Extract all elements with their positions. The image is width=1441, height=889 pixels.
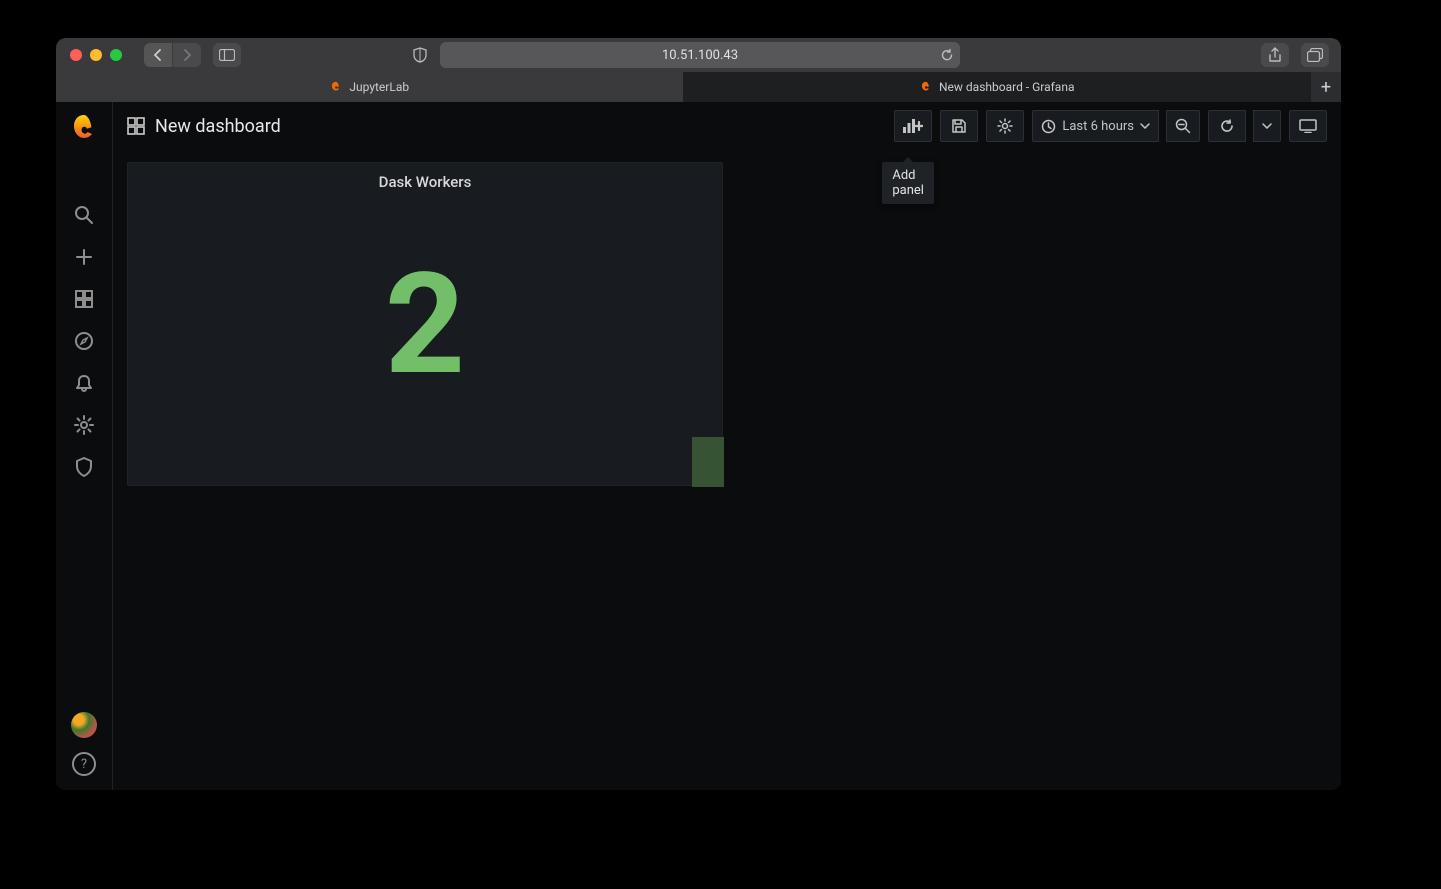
url-bar[interactable]: 10.51.100.43	[440, 42, 960, 68]
chevron-down-icon	[1262, 123, 1272, 129]
browser-tab-jupyterlab[interactable]: JupyterLab	[56, 72, 684, 102]
safari-titlebar: 10.51.100.43	[56, 38, 1341, 72]
tab-overview-icon	[1307, 48, 1323, 62]
new-tab-button[interactable]: +	[1311, 72, 1341, 102]
grafana-main: New dashboard Add panel	[112, 102, 1341, 790]
browser-tab-strip: JupyterLab New dashboard - Grafana +	[56, 72, 1341, 102]
forward-button[interactable]	[173, 43, 201, 67]
panel-title: Dask Workers	[128, 163, 722, 195]
time-range-label: Last 6 hours	[1062, 119, 1134, 134]
panel-body: 2	[128, 195, 722, 455]
url-text: 10.51.100.43	[662, 48, 738, 63]
explore-icon	[74, 331, 94, 351]
nav-configuration[interactable]	[68, 404, 100, 446]
grafana-logo[interactable]	[68, 112, 100, 144]
nav-alerting[interactable]	[68, 362, 100, 404]
safari-window: 10.51.100.43 JupyterLab New dashboard - …	[56, 38, 1341, 790]
panel-resize-handle[interactable]	[692, 437, 724, 487]
gear-icon	[74, 415, 94, 435]
add-panel-button[interactable]	[894, 110, 932, 142]
chevron-right-icon	[182, 49, 192, 61]
grafana-toolbar: New dashboard Add panel	[113, 102, 1341, 150]
window-maximize-button[interactable]	[110, 49, 122, 61]
zoom-out-icon	[1175, 118, 1191, 134]
add-panel-icon	[903, 118, 923, 134]
refresh-button[interactable]	[1208, 110, 1246, 142]
nav-search[interactable]	[68, 194, 100, 236]
nav-buttons	[144, 43, 201, 67]
sidebar-icon	[219, 49, 235, 61]
user-avatar[interactable]	[71, 712, 97, 738]
shield-icon	[75, 457, 93, 477]
gear-icon	[997, 118, 1013, 134]
browser-tab-grafana[interactable]: New dashboard - Grafana	[684, 72, 1312, 102]
tab-overview-button[interactable]	[1301, 43, 1329, 67]
dashboards-icon	[127, 117, 145, 135]
save-dashboard-button[interactable]	[940, 110, 978, 142]
grafana-app: ? New dashboard	[56, 102, 1341, 790]
panel-dask-workers[interactable]: Dask Workers 2	[127, 162, 723, 486]
dashboard-settings-button[interactable]	[986, 110, 1024, 142]
breadcrumb[interactable]: New dashboard	[127, 116, 281, 137]
plus-icon	[74, 247, 94, 267]
refresh-interval-button[interactable]	[1253, 110, 1281, 142]
clock-icon	[1041, 119, 1056, 134]
window-controls	[70, 49, 122, 61]
nav-admin[interactable]	[68, 446, 100, 488]
share-icon	[1268, 47, 1282, 63]
chevron-down-icon	[1140, 123, 1150, 129]
browser-tab-label: New dashboard - Grafana	[939, 80, 1075, 94]
help-button[interactable]: ?	[72, 752, 96, 776]
time-range-picker[interactable]: Last 6 hours	[1032, 110, 1159, 142]
chevron-left-icon	[153, 49, 163, 61]
nav-explore[interactable]	[68, 320, 100, 362]
window-minimize-button[interactable]	[90, 49, 102, 61]
back-button[interactable]	[144, 43, 172, 67]
dashboard-canvas: Dask Workers 2	[127, 162, 1327, 780]
search-icon	[74, 205, 94, 225]
shield-icon	[413, 47, 427, 63]
share-button[interactable]	[1261, 43, 1289, 67]
time-range-zoom-out-button[interactable]	[1166, 110, 1200, 142]
dashboards-icon	[74, 289, 94, 309]
safari-sidebar-button[interactable]	[213, 43, 241, 67]
grafana-mini-icon	[329, 80, 343, 94]
save-icon	[951, 118, 967, 134]
titlebar-right	[1261, 43, 1329, 67]
window-close-button[interactable]	[70, 49, 82, 61]
grafana-mini-icon	[919, 80, 933, 94]
privacy-shield-button[interactable]	[408, 43, 432, 67]
bell-icon	[74, 373, 94, 393]
monitor-icon	[1299, 119, 1317, 133]
cycle-view-mode-button[interactable]	[1289, 110, 1327, 142]
refresh-icon	[1219, 118, 1235, 134]
nav-create[interactable]	[68, 236, 100, 278]
grafana-left-nav: ?	[56, 102, 112, 790]
panel-value: 2	[385, 255, 465, 395]
reload-icon	[940, 48, 954, 62]
page-title: New dashboard	[155, 116, 281, 137]
browser-tab-label: JupyterLab	[349, 80, 409, 94]
nav-dashboards[interactable]	[68, 278, 100, 320]
reload-button[interactable]	[940, 48, 954, 62]
